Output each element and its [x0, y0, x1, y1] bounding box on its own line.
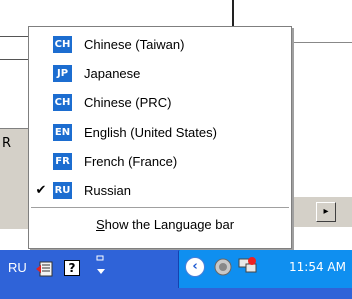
- language-label: Russian: [84, 182, 131, 198]
- menu-item-japanese[interactable]: JP Japanese: [29, 60, 291, 86]
- menu-item-russian[interactable]: ✔ RU Russian: [29, 177, 291, 203]
- language-indicator[interactable]: RU: [8, 260, 27, 275]
- check-mark-icon: ✔: [35, 182, 47, 198]
- options-icon[interactable]: [94, 254, 108, 278]
- network-icon[interactable]: [237, 255, 259, 277]
- show-language-bar-item[interactable]: Show the Language bar: [96, 217, 234, 232]
- help-icon[interactable]: ?: [64, 260, 80, 276]
- language-label: Japanese: [84, 65, 141, 81]
- language-options-icon[interactable]: [36, 260, 54, 278]
- language-label: French (France): [84, 153, 178, 169]
- system-tray: ‹ 11:54 AM: [178, 250, 352, 288]
- speaker-icon[interactable]: [213, 257, 233, 277]
- menu-item-chinese-taiwan[interactable]: CH Chinese (Taiwan): [29, 31, 291, 57]
- language-menu: CH Chinese (Taiwan) JP Japanese CH Chine…: [28, 26, 292, 249]
- clock[interactable]: 11:54 AM: [289, 260, 346, 274]
- menu-item-french[interactable]: FR French (France): [29, 148, 291, 174]
- show-bar-accelerator: S: [96, 217, 105, 232]
- taskbar: RU ? ‹ 11:54 AM: [0, 250, 352, 299]
- scroll-right-icon[interactable]: ▸: [316, 202, 336, 222]
- menu-item-english-us[interactable]: EN English (United States): [29, 119, 291, 145]
- language-code-badge: CH: [53, 93, 72, 111]
- language-code-badge: CH: [53, 35, 72, 53]
- language-label: Chinese (Taiwan): [84, 36, 185, 52]
- language-label: English (United States): [84, 124, 217, 140]
- language-code-badge: JP: [53, 64, 72, 82]
- menu-item-chinese-prc[interactable]: CH Chinese (PRC): [29, 89, 291, 115]
- show-bar-label: how the Language bar: [104, 217, 235, 232]
- language-code-badge: RU: [53, 181, 72, 199]
- language-code-badge: FR: [53, 152, 72, 170]
- chevron-left-icon[interactable]: ‹: [185, 257, 205, 277]
- language-code-badge: EN: [53, 123, 72, 141]
- menu-separator: [31, 207, 289, 209]
- background-text: R: [2, 136, 12, 151]
- language-label: Chinese (PRC): [84, 94, 172, 110]
